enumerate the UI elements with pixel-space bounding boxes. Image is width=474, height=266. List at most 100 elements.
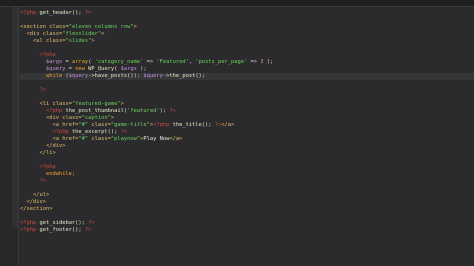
code-token: </ul> <box>20 192 50 198</box>
code-token: ->the_post(); <box>162 73 206 79</box>
code-token: get_header(); <box>36 10 85 16</box>
code-token: the_excerpt(); <box>68 129 121 135</box>
code-token: get_footer(); <box>36 227 85 233</box>
code-line[interactable]: <section class="eleven columns row"> <box>20 24 137 31</box>
code-line[interactable]: </li> <box>20 150 56 157</box>
code-token: href= <box>62 122 79 128</box>
code-line[interactable]: ?> <box>20 178 46 185</box>
code-line[interactable]: </section> <box>20 206 52 213</box>
code-token: <?php <box>20 227 37 233</box>
code-token: ); <box>263 59 274 65</box>
code-token: <div <box>20 115 63 121</box>
code-token: while <box>20 73 63 79</box>
code-token: => <box>247 59 261 65</box>
code-token: ); <box>159 108 170 114</box>
code-token: new <box>75 66 85 72</box>
code-token: class= <box>49 24 69 30</box>
code-token: ?> <box>84 227 92 233</box>
code-token: <a <box>20 136 63 142</box>
code-token: "slides" <box>65 38 92 44</box>
code-token: 'featured' <box>127 108 160 114</box>
code-token: class= <box>42 31 63 37</box>
code-line[interactable]: while ($query->have_posts()): $query->th… <box>20 73 205 80</box>
code-token: ); <box>136 66 147 72</box>
code-token: $args <box>20 59 63 65</box>
code-token: </div> <box>20 143 66 149</box>
code-token: <?php <box>153 122 170 128</box>
code-area[interactable]: <?php get_header(); ?> <section class="el… <box>20 10 474 260</box>
code-line[interactable]: <?php the_excerpt(); ?> <box>20 129 127 136</box>
code-line[interactable]: <?php the_post_thumbnail('featured'); ?> <box>20 108 176 115</box>
code-line[interactable]: <div class="caption"> <box>20 115 114 122</box>
code-line[interactable]: <a href="#" class="playnow">Play Now</a> <box>20 136 182 143</box>
code-line[interactable]: <div class="flexslider"> <box>20 31 104 38</box>
code-token: > <box>101 31 105 37</box>
code-token: => <box>143 59 157 65</box>
code-token: $query <box>68 73 89 79</box>
code-editor[interactable]: <?php get_header(); ?> <section class="el… <box>0 0 474 266</box>
code-token: ->have_posts() <box>88 73 134 79</box>
code-token: <section <box>20 24 50 30</box>
code-line[interactable]: endwhile; <box>20 171 75 178</box>
code-token: = <box>65 66 76 72</box>
code-token: ?> <box>88 220 95 226</box>
code-token: <?php <box>20 129 69 135</box>
code-token: > <box>91 38 95 44</box>
code-token: ?> <box>20 178 46 184</box>
code-token: class= <box>88 122 111 128</box>
code-token: endwhile; <box>20 171 76 177</box>
code-token: class= <box>88 136 111 142</box>
code-line[interactable]: <a href="#" class="game-title"><?php the… <box>20 122 234 129</box>
code-line[interactable]: <li class="featured-game"> <box>20 101 124 108</box>
code-line[interactable]: <ul class="slides"> <box>20 38 95 45</box>
code-line[interactable]: <?php <box>20 52 56 59</box>
code-token: > <box>110 115 115 121</box>
code-token: <?php <box>20 108 63 114</box>
code-token: <?php <box>20 52 56 58</box>
code-token: href= <box>62 136 79 142</box>
code-line[interactable]: <?php <box>20 164 55 171</box>
code-token: ?> <box>120 129 128 135</box>
code-token: </section> <box>20 206 53 212</box>
code-token: ?> <box>20 87 46 93</box>
code-line[interactable]: </ul> <box>20 192 49 199</box>
code-token: 'posts_per_page' <box>195 59 248 65</box>
code-line[interactable]: $query = new WP_Query( $args ); <box>20 66 147 73</box>
code-token: <ul <box>20 38 46 44</box>
code-line[interactable]: <?php get_footer(); ?> <box>20 227 91 234</box>
code-token: the_post_thumbnail( <box>62 108 128 114</box>
code-token: 'Featured' <box>156 59 189 65</box>
code-token: <li <box>20 101 53 107</box>
editor-top-bar <box>0 0 474 7</box>
code-token: <div <box>20 31 43 37</box>
code-line[interactable]: $args = array( 'category_name' => 'Featu… <box>20 59 273 66</box>
code-token: = <box>62 59 72 65</box>
code-token: > <box>133 24 137 30</box>
code-line[interactable]: <?php get_sidebar(); ?> <box>20 220 95 227</box>
code-token: > <box>120 101 124 107</box>
code-token: $query <box>20 66 66 72</box>
code-token: "eleven columns row" <box>68 24 134 30</box>
code-token: <a <box>20 122 63 128</box>
code-token: </a> <box>221 122 235 128</box>
code-token: "featured-game" <box>71 101 121 107</box>
code-token: get_sidebar(); <box>36 220 89 226</box>
code-token: "#" <box>78 122 89 128</box>
code-line[interactable]: ?> <box>20 87 46 94</box>
code-token: ?> <box>169 108 176 114</box>
code-line[interactable]: </div> <box>20 143 65 150</box>
code-token: WP_Query( <box>84 66 121 72</box>
code-token: "caption" <box>81 115 111 121</box>
code-token: Play Now <box>143 136 170 142</box>
code-token: "playnow" <box>110 136 141 142</box>
code-token: "#" <box>78 136 89 142</box>
code-token: ?> <box>84 10 92 16</box>
code-token: </li> <box>20 150 56 156</box>
code-token: <?php <box>20 10 37 16</box>
code-token: $query <box>143 73 163 79</box>
code-token: class= <box>52 101 72 107</box>
code-line[interactable]: </div> <box>20 199 45 206</box>
code-token: $args <box>120 66 137 72</box>
fold-gutter <box>12 7 18 227</box>
code-line[interactable]: <?php get_header(); ?> <box>20 10 91 17</box>
